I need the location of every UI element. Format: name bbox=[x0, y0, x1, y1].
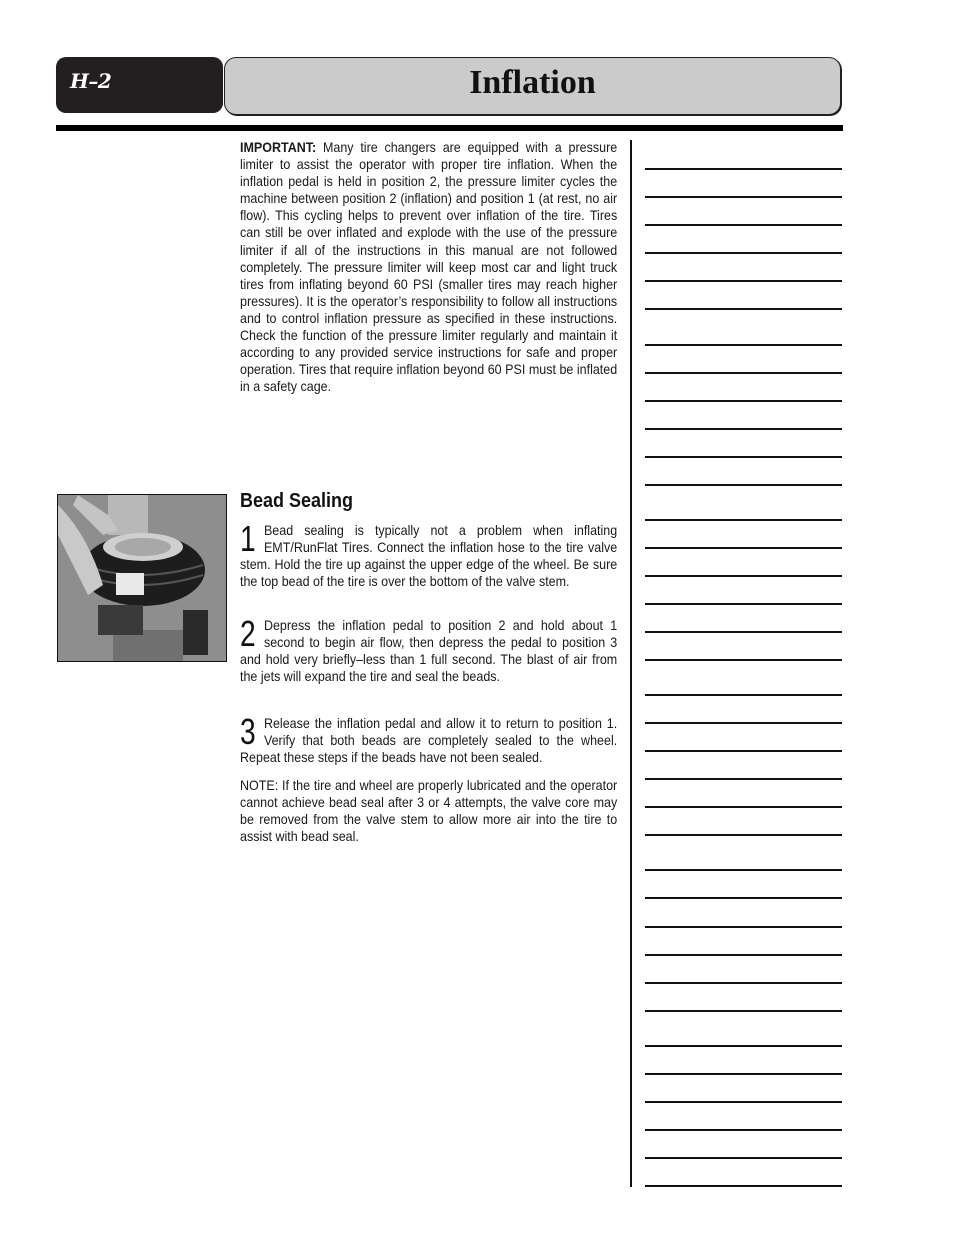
note-line bbox=[645, 750, 842, 752]
note-line bbox=[645, 372, 842, 374]
note-line bbox=[645, 982, 842, 984]
page-title: Inflation bbox=[469, 64, 596, 101]
step-number: 2 bbox=[240, 613, 256, 654]
step-2: 2 Depress the inflation pedal to position… bbox=[240, 613, 618, 685]
title-banner: Inflation bbox=[224, 57, 841, 115]
header-rule bbox=[56, 125, 843, 131]
note-line bbox=[645, 778, 842, 780]
note-line bbox=[645, 954, 842, 956]
note-line bbox=[645, 834, 842, 836]
note-line bbox=[645, 1185, 842, 1187]
note-line bbox=[645, 869, 842, 871]
tire-photo-image bbox=[58, 495, 226, 661]
note-line bbox=[645, 400, 842, 402]
note-line bbox=[645, 575, 842, 577]
note-line bbox=[645, 897, 842, 899]
note-line bbox=[645, 196, 842, 198]
important-label: IMPORTANT: bbox=[240, 140, 317, 155]
step-1: 1 Bead sealing is typically not a problem… bbox=[240, 518, 618, 590]
note-line bbox=[645, 1045, 842, 1047]
note-line bbox=[645, 1129, 842, 1131]
note-line bbox=[645, 547, 842, 549]
step-number: 1 bbox=[240, 518, 256, 559]
column-divider bbox=[630, 140, 632, 1187]
note-line bbox=[645, 280, 842, 282]
section-tab: H–2 bbox=[56, 57, 223, 113]
step-text: Release the inflation pedal and allow it… bbox=[240, 716, 618, 766]
note-paragraph: NOTE: If the tire and wheel are properly… bbox=[240, 778, 618, 845]
important-text: Many tire changers are equipped with a p… bbox=[240, 140, 618, 395]
note-line bbox=[645, 1073, 842, 1075]
note-line bbox=[645, 252, 842, 254]
note-line bbox=[645, 659, 842, 661]
important-paragraph: IMPORTANT: Many tire changers are equipp… bbox=[240, 139, 617, 395]
bead-sealing-heading: Bead Sealing bbox=[240, 490, 354, 512]
note-line bbox=[645, 631, 842, 633]
note-line bbox=[645, 1010, 842, 1012]
note-line bbox=[645, 344, 842, 346]
step-text: Bead sealing is typically not a problem … bbox=[240, 523, 618, 590]
section-code: H–2 bbox=[70, 69, 112, 93]
note-line bbox=[645, 224, 842, 226]
note-line bbox=[645, 722, 842, 724]
note-line bbox=[645, 926, 842, 928]
tire-photo bbox=[57, 494, 227, 662]
note-line bbox=[645, 1101, 842, 1103]
note-line bbox=[645, 519, 842, 521]
note-line bbox=[645, 484, 842, 486]
note-line bbox=[645, 168, 842, 170]
note-line bbox=[645, 456, 842, 458]
step-number: 3 bbox=[240, 711, 256, 752]
note-line bbox=[645, 1157, 842, 1159]
step-3: 3 Release the inflation pedal and allow i… bbox=[240, 711, 618, 766]
step-text: Depress the inflation pedal to position … bbox=[240, 618, 618, 685]
note-line bbox=[645, 308, 842, 310]
note-line bbox=[645, 806, 842, 808]
note-line bbox=[645, 428, 842, 430]
note-line bbox=[645, 694, 842, 696]
note-line bbox=[645, 603, 842, 605]
